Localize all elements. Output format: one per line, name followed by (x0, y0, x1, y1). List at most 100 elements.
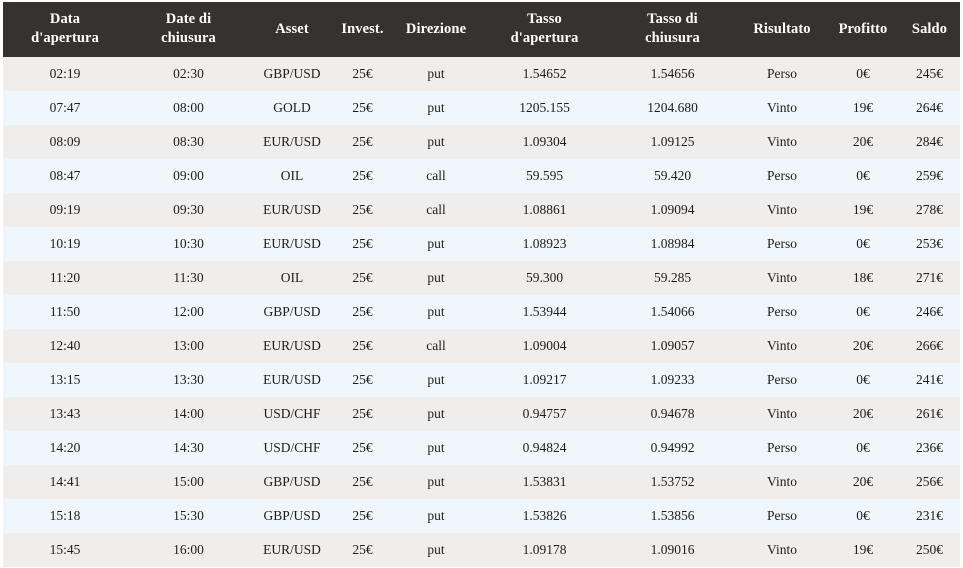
cell-balance: 264€ (899, 91, 960, 126)
cell-result: Perso (737, 57, 827, 92)
cell-result: Vinto (737, 533, 827, 568)
cell-close-rate: 1204.680 (608, 91, 737, 126)
table-row[interactable]: 14:20 14:30 USD/CHF 25€ put 0.94824 0.94992 Per… (3, 431, 960, 466)
cell-balance: 236€ (899, 431, 960, 466)
cell-open-date: 08:09 (3, 125, 127, 160)
column-header-open-rate[interactable]: Tasso d'apertura (481, 2, 608, 58)
column-header-close-date[interactable]: Date di chiusura (127, 2, 250, 58)
cell-open-date: 15:45 (3, 533, 127, 568)
column-header-profit[interactable]: Profitto (827, 2, 899, 58)
cell-asset: GBP/USD (250, 57, 334, 92)
cell-profit: 0€ (827, 295, 899, 330)
cell-open-date: 15:18 (3, 499, 127, 534)
cell-result: Vinto (737, 329, 827, 364)
table-row[interactable]: 14:41 15:00 GBP/USD 25€ put 1.53831 1.53752 Vin… (3, 465, 960, 500)
cell-open-date: 08:47 (3, 159, 127, 194)
cell-close-date: 08:30 (127, 125, 250, 160)
column-header-close-rate[interactable]: Tasso di chiusura (608, 2, 737, 58)
cell-result: Vinto (737, 125, 827, 160)
cell-open-date: 02:19 (3, 57, 127, 92)
cell-result: Vinto (737, 465, 827, 500)
cell-direction: put (391, 465, 481, 500)
cell-asset: OIL (250, 159, 334, 194)
cell-close-date: 15:00 (127, 465, 250, 500)
cell-direction: put (391, 227, 481, 262)
table-row[interactable]: 13:43 14:00 USD/CHF 25€ put 0.94757 0.94678 Vin… (3, 397, 960, 432)
cell-invest: 25€ (334, 193, 391, 228)
cell-asset: OIL (250, 261, 334, 296)
cell-open-rate: 59.300 (481, 261, 608, 296)
cell-close-rate: 0.94678 (608, 397, 737, 432)
table-row[interactable]: 15:45 16:00 EUR/USD 25€ put 1.09178 1.09016 Vin… (3, 533, 960, 568)
cell-invest: 25€ (334, 329, 391, 364)
table-row[interactable]: 13:15 13:30 EUR/USD 25€ put 1.09217 1.09233 Per… (3, 363, 960, 398)
cell-open-rate: 1.08861 (481, 193, 608, 228)
cell-asset: GOLD (250, 91, 334, 126)
cell-invest: 25€ (334, 125, 391, 160)
cell-close-rate: 1.54656 (608, 57, 737, 92)
cell-profit: 20€ (827, 329, 899, 364)
cell-result: Perso (737, 431, 827, 466)
cell-invest: 25€ (334, 465, 391, 500)
cell-asset: EUR/USD (250, 533, 334, 568)
table-row[interactable]: 11:50 12:00 GBP/USD 25€ put 1.53944 1.54066 Per… (3, 295, 960, 330)
table-row[interactable]: 10:19 10:30 EUR/USD 25€ put 1.08923 1.08984 Per… (3, 227, 960, 262)
column-header-balance[interactable]: Saldo (899, 2, 960, 58)
cell-open-rate: 1.09304 (481, 125, 608, 160)
column-header-result[interactable]: Risultato (737, 2, 827, 58)
cell-close-date: 13:30 (127, 363, 250, 398)
cell-invest: 25€ (334, 363, 391, 398)
cell-open-rate: 59.595 (481, 159, 608, 194)
table-row[interactable]: 02:19 02:30 GBP/USD 25€ put 1.54652 1.54656 Per… (3, 57, 960, 92)
cell-close-rate: 1.09233 (608, 363, 737, 398)
table-row[interactable]: 11:20 11:30 OIL 25€ put 59.300 59.285 Vinto 18€ 2… (3, 261, 960, 296)
cell-result: Vinto (737, 193, 827, 228)
cell-direction: put (391, 261, 481, 296)
cell-close-rate: 1.53856 (608, 499, 737, 534)
column-header-invest[interactable]: Invest. (334, 2, 391, 58)
table-row[interactable]: 08:47 09:00 OIL 25€ call 59.595 59.420 Perso 0€ 2… (3, 159, 960, 194)
cell-open-rate: 1.53944 (481, 295, 608, 330)
cell-asset: USD/CHF (250, 397, 334, 432)
cell-asset: USD/CHF (250, 431, 334, 466)
cell-direction: call (391, 159, 481, 194)
table-row[interactable]: 07:47 08:00 GOLD 25€ put 1205.155 1204.680 Vint… (3, 91, 960, 126)
cell-close-rate: 0.94992 (608, 431, 737, 466)
cell-asset: GBP/USD (250, 465, 334, 500)
cell-open-date: 10:19 (3, 227, 127, 262)
table-row[interactable]: 08:09 08:30 EUR/USD 25€ put 1.09304 1.09125 Vin… (3, 125, 960, 160)
cell-open-rate: 1.09217 (481, 363, 608, 398)
cell-profit: 0€ (827, 57, 899, 92)
cell-close-rate: 59.285 (608, 261, 737, 296)
cell-profit: 19€ (827, 193, 899, 228)
cell-close-date: 12:00 (127, 295, 250, 330)
cell-close-rate: 1.09016 (608, 533, 737, 568)
table-row[interactable]: 09:19 09:30 EUR/USD 25€ call 1.08861 1.09094 Vi… (3, 193, 960, 228)
cell-asset: GBP/USD (250, 295, 334, 330)
column-header-open-date[interactable]: Data d'apertura (3, 2, 127, 58)
cell-profit: 0€ (827, 159, 899, 194)
cell-profit: 20€ (827, 125, 899, 160)
cell-invest: 25€ (334, 227, 391, 262)
cell-invest: 25€ (334, 533, 391, 568)
cell-result: Perso (737, 227, 827, 262)
cell-balance: 266€ (899, 329, 960, 364)
cell-profit: 0€ (827, 431, 899, 466)
table-row[interactable]: 12:40 13:00 EUR/USD 25€ call 1.09004 1.09057 Vi… (3, 329, 960, 364)
cell-invest: 25€ (334, 397, 391, 432)
cell-close-date: 10:30 (127, 227, 250, 262)
cell-result: Vinto (737, 397, 827, 432)
cell-open-date: 12:40 (3, 329, 127, 364)
cell-open-rate: 1.08923 (481, 227, 608, 262)
cell-invest: 25€ (334, 159, 391, 194)
column-header-direction[interactable]: Direzione (391, 2, 481, 58)
cell-invest: 25€ (334, 91, 391, 126)
cell-close-date: 16:00 (127, 533, 250, 568)
table-row[interactable]: 15:18 15:30 GBP/USD 25€ put 1.53826 1.53856 Per… (3, 499, 960, 534)
cell-open-rate: 1.09178 (481, 533, 608, 568)
column-header-asset[interactable]: Asset (250, 2, 334, 58)
cell-balance: 256€ (899, 465, 960, 500)
cell-invest: 25€ (334, 431, 391, 466)
cell-close-rate: 1.53752 (608, 465, 737, 500)
cell-profit: 20€ (827, 397, 899, 432)
